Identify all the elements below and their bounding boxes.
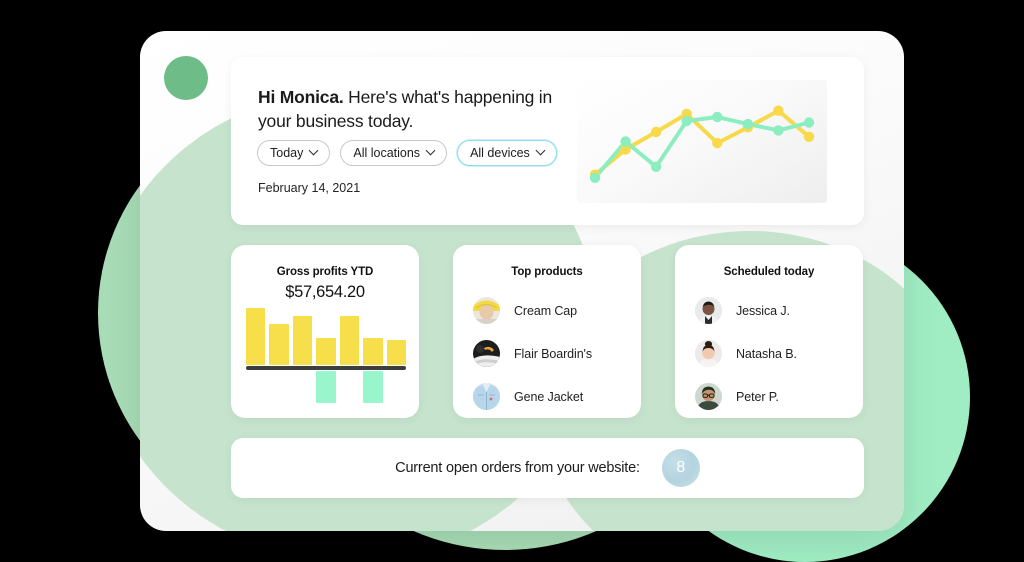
chevron-down-icon <box>427 147 436 156</box>
list-item[interactable]: Cream Cap <box>473 289 623 332</box>
bar-positive <box>386 339 406 365</box>
bar-positive <box>292 315 313 365</box>
data-point <box>681 115 692 127</box>
list-item[interactable]: Jessica J. <box>695 289 845 332</box>
scheduled-today-card: Scheduled today Jessica J. Natasha B. Pe… <box>675 245 863 418</box>
bar-positive <box>246 308 266 365</box>
data-point <box>650 126 662 138</box>
top-products-list: Cream Cap Flair Boardin's Gene Jacket <box>473 289 623 418</box>
illustration-stage: Hi Monica. Here's what's happening in yo… <box>0 0 1024 562</box>
data-point <box>712 137 723 149</box>
filter-today-label: Today <box>270 146 304 160</box>
data-point <box>773 105 784 116</box>
scheduled-today-list: Jessica J. Natasha B. Peter P. <box>695 289 845 418</box>
data-point <box>589 172 601 183</box>
person-avatar-3 <box>695 383 722 410</box>
list-item[interactable]: Gene Jacket <box>473 375 623 418</box>
gross-profits-title: Gross profits YTD <box>276 266 374 278</box>
data-point <box>803 117 815 128</box>
bar-group-positive <box>246 308 406 365</box>
bar-positive <box>269 323 289 365</box>
bar-negative <box>363 371 383 403</box>
list-item-label: Flair Boardin's <box>514 346 592 361</box>
chevron-down-icon <box>537 147 546 156</box>
denim-jacket-thumbnail <box>473 383 500 410</box>
yellow-cap-thumbnail <box>473 297 500 324</box>
list-item-label: Natasha B. <box>736 346 797 361</box>
top-products-title: Top products <box>511 266 583 278</box>
dashboard-content: Hi Monica. Here's what's happening in yo… <box>0 0 1024 562</box>
open-orders-label: Current open orders from your website: <box>395 460 640 476</box>
data-point <box>773 125 784 136</box>
filter-locations-dropdown[interactable]: All locations <box>340 140 448 166</box>
filter-today-dropdown[interactable]: Today <box>257 140 331 166</box>
data-point <box>803 131 815 142</box>
bar-negative <box>316 371 336 403</box>
data-point <box>650 161 662 172</box>
filter-locations-label: All locations <box>353 146 421 160</box>
trend-line-chart <box>589 105 815 183</box>
list-item[interactable]: Flair Boardin's <box>473 332 623 375</box>
gross-profits-bar-chart <box>246 308 406 403</box>
greeting-name: Hi Monica. <box>258 87 344 107</box>
person-avatar-1 <box>695 297 722 324</box>
bar-positive <box>363 337 383 365</box>
list-item-label: Gene Jacket <box>514 389 584 404</box>
gross-profits-card: Gross profits YTD $57,654.20 <box>231 245 419 418</box>
data-point <box>620 136 631 147</box>
data-point <box>742 118 754 130</box>
current-date: February 14, 2021 <box>258 181 361 195</box>
bar-group-negative <box>246 371 406 403</box>
open-orders-row: Current open orders from your website: 8 <box>231 438 864 498</box>
person-avatar-2 <box>695 340 722 367</box>
data-point <box>712 111 723 123</box>
trend-chart-panel <box>577 80 827 203</box>
open-orders-count-badge[interactable]: 8 <box>661 449 700 487</box>
scheduled-today-title: Scheduled today <box>723 266 815 278</box>
list-item[interactable]: Natasha B. <box>695 332 845 375</box>
list-item-label: Jessica J. <box>736 303 790 318</box>
list-item-label: Cream Cap <box>514 303 578 318</box>
top-products-card: Top products Cream Cap Flair Boardin's G… <box>453 245 641 418</box>
chart-axis-line <box>246 366 406 370</box>
filter-devices-dropdown[interactable]: All devices <box>457 140 557 166</box>
header-card: Hi Monica. Here's what's happening in yo… <box>231 57 864 225</box>
bar-positive <box>316 337 336 365</box>
gross-profits-amount: $57,654.20 <box>285 283 365 301</box>
open-orders-card: Current open orders from your website: 8 <box>231 438 864 498</box>
filter-bar: Today All locations All devices <box>257 140 557 166</box>
dark-sneaker-thumbnail <box>473 340 500 367</box>
list-item[interactable]: Peter P. <box>695 375 845 418</box>
list-item-label: Peter P. <box>736 389 779 404</box>
chevron-down-icon <box>310 147 319 156</box>
filter-devices-label: All devices <box>470 146 530 160</box>
bar-positive <box>339 315 360 365</box>
greeting-text: Hi Monica. Here's what's happening in yo… <box>258 85 558 133</box>
